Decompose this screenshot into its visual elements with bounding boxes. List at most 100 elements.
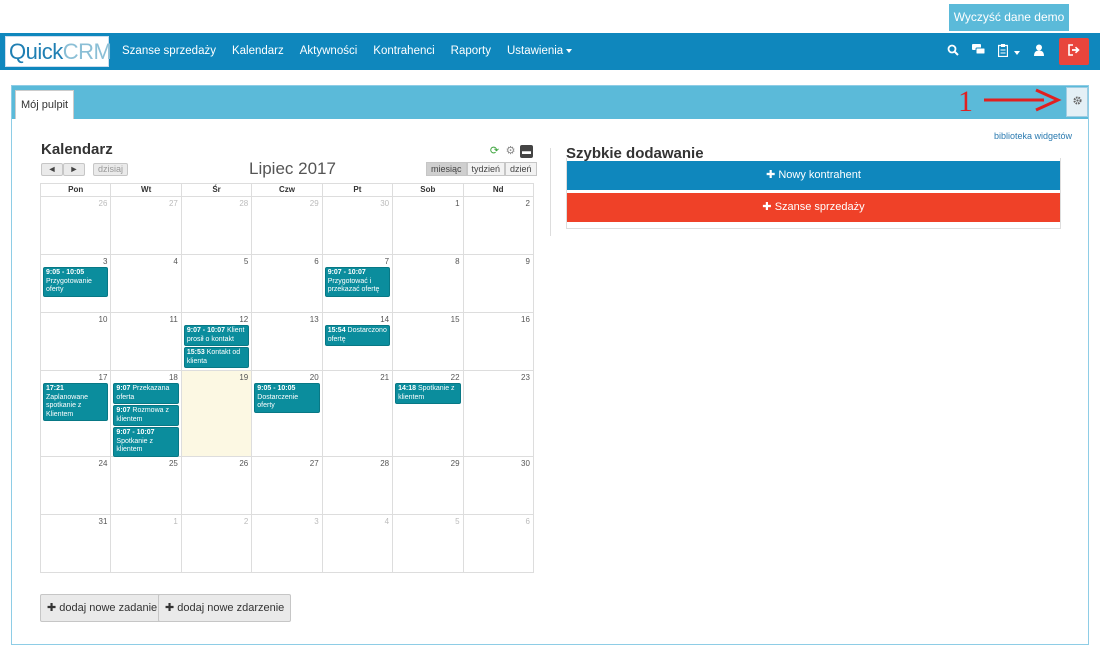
calendar-event[interactable]: 9:07 - 10:07 Klient prosił o kontakt bbox=[183, 325, 250, 346]
calendar-day-cell[interactable]: 1 bbox=[393, 197, 464, 254]
calendar-day-cell[interactable]: 26 bbox=[182, 457, 253, 514]
logout-button[interactable] bbox=[1059, 38, 1089, 65]
logo-text-quick: Quick bbox=[9, 39, 63, 64]
day-number: 14 bbox=[380, 315, 390, 324]
calendar-day-cell[interactable]: 4 bbox=[111, 255, 182, 312]
gear-icon bbox=[1072, 96, 1082, 105]
add-task-button[interactable]: ✚ dodaj nowe zadanie bbox=[40, 594, 165, 622]
calendar-day-cell[interactable]: 24 bbox=[41, 457, 112, 514]
calendar-day-cell[interactable]: 15 bbox=[393, 313, 464, 370]
calendar-day-cell[interactable]: 6 bbox=[252, 255, 323, 312]
calendar-day-cell[interactable]: 17 17:21 Zaplanowane spotkanie z Klientem bbox=[41, 371, 112, 456]
calendar-day-cell[interactable]: 28 bbox=[182, 197, 253, 254]
calendar-day-cell[interactable]: 10 bbox=[41, 313, 112, 370]
calendar-event[interactable]: 9:07 - 10:07 Przygotować i przekazać ofe… bbox=[324, 267, 391, 297]
calendar-day-cell[interactable]: 11 bbox=[111, 313, 182, 370]
calendar-day-cell[interactable]: 23 bbox=[464, 371, 534, 456]
calendar-day-cell[interactable]: 7 9:07 - 10:07 Przygotować i przekazać of… bbox=[323, 255, 394, 312]
refresh-icon[interactable]: ⟳ bbox=[488, 145, 501, 158]
event-time: 15:54 bbox=[327, 327, 346, 334]
calendar-day-cell[interactable]: 9 bbox=[464, 255, 534, 312]
calendar-day-cell[interactable]: 12 9:07 - 10:07 Klient prosił o kontakt 15… bbox=[182, 313, 253, 370]
calendar-day-cell[interactable]: 26 bbox=[41, 197, 112, 254]
calendar-day-cell[interactable]: 25 bbox=[111, 457, 182, 514]
calendar-event[interactable]: 17:21 Zaplanowane spotkanie z Klientem bbox=[43, 383, 109, 421]
nav-settings[interactable]: Ustawienia bbox=[507, 33, 573, 70]
calendar-day-cell[interactable]: 5 bbox=[393, 515, 464, 572]
clear-demo-data-button[interactable]: Wyczyść dane demo bbox=[949, 4, 1069, 31]
view-week-button[interactable]: tydzień bbox=[466, 162, 506, 176]
view-month-button[interactable]: miesiąc bbox=[426, 162, 467, 176]
calendar-day-cell[interactable]: 30 bbox=[323, 197, 394, 254]
widget-library-link[interactable]: biblioteka widgetów bbox=[994, 131, 1072, 141]
new-contractor-button[interactable]: ✚ Nowy kontrahent bbox=[567, 161, 1060, 190]
calendar-day-cell[interactable]: 5 bbox=[182, 255, 253, 312]
calendar-day-cell[interactable]: 3 9:05 - 10:05 Przygotowanie oferty bbox=[41, 255, 112, 312]
calendar-event[interactable]: 14:18 Spotkanie z klientem bbox=[395, 383, 461, 404]
calendar-day-cell[interactable]: 2 bbox=[464, 197, 534, 254]
calendar-day-cell[interactable]: 2 bbox=[182, 515, 253, 572]
search-icon[interactable] bbox=[940, 44, 966, 59]
calendar-day-cell[interactable]: 28 bbox=[323, 457, 394, 514]
calendar-event[interactable]: 15:54 Dostarczono ofertę bbox=[324, 325, 391, 346]
sales-opportunity-button[interactable]: ✚ Szanse sprzedaży bbox=[567, 193, 1060, 222]
calendar-day-cell[interactable]: 1 bbox=[111, 515, 182, 572]
add-event-button[interactable]: ✚ dodaj nowe zdarzenie bbox=[158, 594, 292, 622]
day-number: 5 bbox=[243, 257, 249, 266]
chat-icon[interactable] bbox=[966, 44, 992, 59]
calendar-day-cell[interactable]: 14 15:54 Dostarczono ofertę bbox=[323, 313, 394, 370]
calendar-event[interactable]: 9:07 - 10:07 Spotkanie z klientem bbox=[113, 427, 179, 457]
calendar-event[interactable]: 9:07 Rozmowa z klientem bbox=[113, 405, 179, 426]
day-events: 9:05 - 10:05 Dostarczenie oferty bbox=[254, 383, 320, 414]
weekday-header-cell: Wt bbox=[111, 184, 182, 196]
calendar-next-button[interactable]: ► bbox=[63, 163, 85, 176]
event-time: 9:07 bbox=[116, 407, 131, 414]
gear-icon[interactable]: ⚙ bbox=[504, 145, 517, 158]
calendar-month-title: Lipiec 2017 bbox=[249, 159, 336, 178]
add-event-label: dodaj nowe zdarzenie bbox=[177, 602, 285, 614]
calendar-day-cell[interactable]: 27 bbox=[252, 457, 323, 514]
calendar-day-cell[interactable]: 29 bbox=[393, 457, 464, 514]
calendar-today-button[interactable]: dzisiaj bbox=[93, 163, 128, 176]
view-day-button[interactable]: dzień bbox=[505, 162, 537, 176]
dashboard-settings-button[interactable] bbox=[1066, 87, 1088, 117]
day-number: 24 bbox=[98, 459, 108, 468]
day-number: 31 bbox=[98, 517, 108, 526]
clipboard-icon[interactable] bbox=[992, 43, 1026, 60]
calendar-day-cell[interactable]: 6 bbox=[464, 515, 534, 572]
calendar-event[interactable]: 9:07 Przekazana oferta bbox=[113, 383, 179, 404]
day-events: 15:54 Dostarczono ofertę bbox=[324, 325, 391, 347]
tab-my-dashboard[interactable]: Mój pulpit bbox=[15, 90, 75, 119]
calendar-day-cell[interactable]: 4 bbox=[323, 515, 394, 572]
calendar-day-cell[interactable]: 21 bbox=[323, 371, 394, 456]
calendar-day-cell[interactable]: 29 bbox=[252, 197, 323, 254]
calendar-day-cell[interactable]: 31 bbox=[41, 515, 112, 572]
calendar-day-cell[interactable]: 13 bbox=[252, 313, 323, 370]
nav-reports[interactable]: Raporty bbox=[451, 33, 491, 70]
calendar-day-cell[interactable]: 8 bbox=[393, 255, 464, 312]
calendar-day-today[interactable]: 19 bbox=[181, 371, 253, 456]
calendar-day-cell[interactable]: 27 bbox=[111, 197, 182, 254]
calendar-day-cell[interactable]: 3 bbox=[252, 515, 323, 572]
day-number: 23 bbox=[521, 373, 530, 382]
calendar-event[interactable]: 9:05 - 10:05 Przygotowanie oferty bbox=[43, 267, 109, 297]
nav-calendar[interactable]: Kalendarz bbox=[232, 33, 284, 70]
logout-icon bbox=[1068, 44, 1080, 56]
day-number: 2 bbox=[525, 199, 530, 208]
user-icon[interactable] bbox=[1026, 44, 1052, 59]
calendar-event[interactable]: 15:53 Kontakt od klienta bbox=[183, 347, 250, 368]
calendar-prev-button[interactable]: ◄ bbox=[41, 163, 63, 176]
minimize-icon[interactable]: ▬ bbox=[520, 145, 533, 158]
calendar-day-cell[interactable]: 18 9:07 Przekazana oferta 9:07 Rozmowa z k… bbox=[111, 371, 182, 457]
calendar-week-row: 24 25 26 27 28 29 30 bbox=[41, 457, 534, 515]
nav-contractors[interactable]: Kontrahenci bbox=[373, 33, 434, 70]
calendar-event[interactable]: 9:05 - 10:05 Dostarczenie oferty bbox=[254, 383, 320, 413]
calendar-day-cell[interactable]: 22 14:18 Spotkanie z klientem bbox=[393, 371, 464, 456]
nav-activities[interactable]: Aktywności bbox=[300, 33, 358, 70]
app-logo[interactable]: QuickCRM bbox=[5, 36, 112, 67]
calendar-day-cell[interactable]: 16 bbox=[464, 313, 534, 370]
calendar-day-cell[interactable]: 30 bbox=[464, 457, 534, 514]
annotation-number: 1 bbox=[958, 85, 973, 118]
nav-sales-opportunities[interactable]: Szanse sprzedaży bbox=[122, 33, 216, 70]
calendar-day-cell[interactable]: 20 9:05 - 10:05 Dostarczenie oferty bbox=[252, 371, 323, 456]
